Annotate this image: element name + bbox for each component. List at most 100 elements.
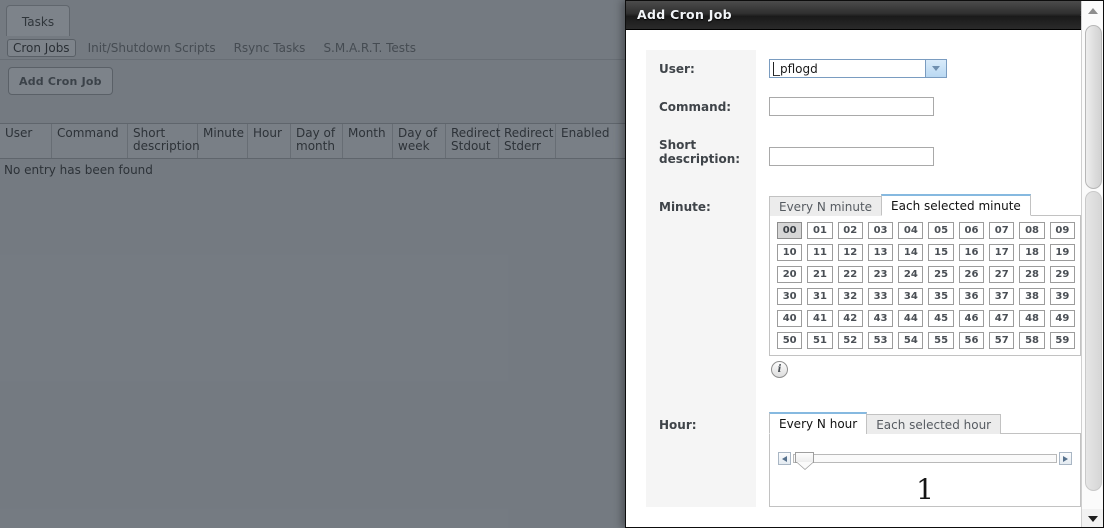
minute-cell-54[interactable]: 54 [898, 332, 924, 349]
minute-cell-27[interactable]: 27 [989, 266, 1015, 283]
minute-cell-19[interactable]: 19 [1049, 244, 1075, 261]
minute-cell-24[interactable]: 24 [898, 266, 924, 283]
info-icon-glyph: i [777, 364, 782, 375]
minute-cell-07[interactable]: 07 [989, 222, 1015, 239]
minute-cell-13[interactable]: 13 [867, 244, 894, 261]
command-input[interactable] [769, 97, 934, 116]
short-description-input[interactable] [769, 147, 934, 166]
minute-cell-39[interactable]: 39 [1049, 288, 1075, 305]
minute-cell-22[interactable]: 22 [837, 266, 863, 283]
minute-cell-38[interactable]: 38 [1019, 288, 1045, 305]
minute-cell-42[interactable]: 42 [837, 310, 863, 327]
hour-panel: 1 [769, 433, 1081, 507]
sub-tab-init-shutdown-scripts[interactable]: Init/Shutdown Scripts [82, 39, 222, 57]
minute-cell-58[interactable]: 58 [1019, 332, 1045, 349]
scroll-up-button[interactable] [1082, 1, 1103, 21]
minute-cell-52[interactable]: 52 [837, 332, 863, 349]
main-tab-tasks[interactable]: Tasks [6, 5, 70, 37]
minute-cell-20[interactable]: 20 [777, 266, 803, 283]
dialog-titlebar[interactable]: Add Cron Job ✖ [626, 1, 1103, 30]
user-select[interactable]: _pflogd [769, 59, 947, 78]
minute-cell-25[interactable]: 25 [928, 266, 954, 283]
minute-cell-59[interactable]: 59 [1049, 332, 1075, 349]
table-column-header[interactable]: Month [343, 124, 393, 158]
slider-increment-button[interactable] [1059, 452, 1072, 465]
user-select-dropdown-button[interactable] [925, 60, 946, 77]
sub-tab-rsync-tasks[interactable]: Rsync Tasks [228, 39, 312, 57]
minute-cell-15[interactable]: 15 [928, 244, 954, 261]
minute-cell-44[interactable]: 44 [898, 310, 924, 327]
minute-cell-29[interactable]: 29 [1049, 266, 1075, 283]
minute-cell-37[interactable]: 37 [989, 288, 1015, 305]
info-icon[interactable]: i [771, 361, 788, 378]
minute-cell-56[interactable]: 56 [958, 332, 985, 349]
table-column-header[interactable]: Redirect Stderr [499, 124, 556, 158]
minute-cell-05[interactable]: 05 [928, 222, 954, 239]
scroll-down-button[interactable] [1082, 509, 1103, 527]
slider-thumb[interactable] [795, 452, 814, 470]
minute-cell-35[interactable]: 35 [928, 288, 954, 305]
minute-cell-04[interactable]: 04 [898, 222, 924, 239]
minute-cell-18[interactable]: 18 [1019, 244, 1045, 261]
table-column-header[interactable]: Day of month [291, 124, 343, 158]
minute-cell-40[interactable]: 40 [777, 310, 803, 327]
slider-track[interactable] [793, 452, 1057, 470]
minute-cell-33[interactable]: 33 [867, 288, 894, 305]
cron-job-form: User: _pflogd Command: Short description… [646, 50, 1081, 507]
minute-cell-36[interactable]: 36 [958, 288, 985, 305]
table-column-header[interactable]: Short description [128, 124, 200, 158]
tab-every-n-hour[interactable]: Every N hour [769, 412, 868, 434]
minute-cell-34[interactable]: 34 [898, 288, 924, 305]
scrollbar-trough[interactable] [1085, 191, 1102, 491]
minute-cell-50[interactable]: 50 [777, 332, 803, 349]
table-column-header[interactable]: Enabled [556, 124, 626, 158]
minute-cell-06[interactable]: 06 [958, 222, 985, 239]
minute-cell-21[interactable]: 21 [807, 266, 833, 283]
hour-slider[interactable] [770, 452, 1080, 470]
minute-cell-08[interactable]: 08 [1019, 222, 1045, 239]
table-column-header[interactable]: Command [52, 124, 128, 158]
tab-each-selected-hour[interactable]: Each selected hour [866, 414, 1002, 434]
minute-cell-30[interactable]: 30 [777, 288, 803, 305]
tab-every-n-minute[interactable]: Every N minute [769, 196, 883, 216]
minute-cell-01[interactable]: 01 [807, 222, 833, 239]
add-cron-job-button[interactable]: Add Cron Job [8, 67, 113, 95]
minute-cell-12[interactable]: 12 [837, 244, 863, 261]
minute-cell-17[interactable]: 17 [989, 244, 1015, 261]
minute-cell-57[interactable]: 57 [989, 332, 1015, 349]
minute-cell-47[interactable]: 47 [989, 310, 1015, 327]
slider-decrement-button[interactable] [778, 452, 791, 465]
minute-cell-41[interactable]: 41 [807, 310, 833, 327]
table-column-header[interactable]: Minute [198, 124, 248, 158]
minute-cell-09[interactable]: 09 [1049, 222, 1075, 239]
minute-cell-51[interactable]: 51 [807, 332, 833, 349]
scrollbar-thumb[interactable] [1085, 25, 1102, 189]
minute-cell-11[interactable]: 11 [807, 244, 833, 261]
minute-cell-49[interactable]: 49 [1049, 310, 1075, 327]
minute-cell-48[interactable]: 48 [1019, 310, 1045, 327]
dialog-scrollbar[interactable] [1081, 1, 1103, 527]
minute-cell-14[interactable]: 14 [898, 244, 924, 261]
table-column-header[interactable]: Hour [248, 124, 291, 158]
minute-cell-32[interactable]: 32 [837, 288, 863, 305]
table-column-header[interactable]: Day of week [393, 124, 446, 158]
minute-cell-02[interactable]: 02 [837, 222, 863, 239]
minute-cell-55[interactable]: 55 [928, 332, 954, 349]
minute-cell-10[interactable]: 10 [777, 244, 803, 261]
table-column-header[interactable]: User [0, 124, 52, 158]
tab-each-selected-minute[interactable]: Each selected minute [881, 194, 1031, 216]
minute-cell-26[interactable]: 26 [958, 266, 985, 283]
sub-tab-cron-jobs[interactable]: Cron Jobs [7, 38, 76, 57]
minute-cell-31[interactable]: 31 [807, 288, 833, 305]
minute-cell-53[interactable]: 53 [867, 332, 894, 349]
minute-cell-46[interactable]: 46 [958, 310, 985, 327]
sub-tab-smart-tests[interactable]: S.M.A.R.T. Tests [317, 39, 422, 57]
minute-cell-45[interactable]: 45 [928, 310, 954, 327]
minute-cell-43[interactable]: 43 [867, 310, 894, 327]
minute-cell-23[interactable]: 23 [867, 266, 894, 283]
minute-cell-00[interactable]: 00 [777, 222, 803, 239]
minute-cell-16[interactable]: 16 [958, 244, 985, 261]
minute-cell-03[interactable]: 03 [867, 222, 894, 239]
minute-cell-28[interactable]: 28 [1019, 266, 1045, 283]
table-column-header[interactable]: Redirect Stdout [446, 124, 501, 158]
